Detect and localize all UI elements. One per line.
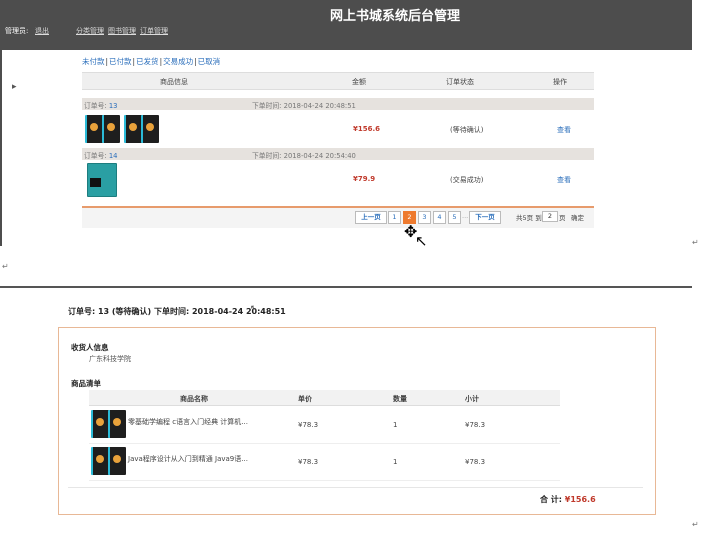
filter-paid[interactable]: 已付款 xyxy=(109,57,132,66)
order-time: 2018-04-24 20:48:51 xyxy=(283,102,356,110)
next-page-button[interactable]: 下一页 xyxy=(469,211,501,224)
col-action: 操作 xyxy=(553,78,567,86)
book-cover-icon xyxy=(91,447,109,475)
total-divider xyxy=(68,487,643,488)
col-amount: 金额 xyxy=(352,78,366,86)
items-table-header: 商品名称 单价 数量 小计 xyxy=(89,390,560,406)
pagination-ellipsis: ... xyxy=(462,212,469,220)
item-price: ¥78.3 xyxy=(298,458,319,466)
filter-sep: | xyxy=(194,57,197,66)
logout-link[interactable]: 退出 xyxy=(35,26,49,36)
order-status: (等待确认) xyxy=(450,126,484,134)
order-time: 2018-04-24 20:54:40 xyxy=(283,152,356,160)
section-divider xyxy=(0,286,692,288)
left-strip xyxy=(0,50,2,246)
filter-sep: | xyxy=(159,57,163,66)
book-cover-icon xyxy=(102,115,120,143)
item-qty: 1 xyxy=(393,458,398,466)
view-order-link[interactable]: 查看 xyxy=(557,125,571,135)
page-button[interactable]: 5 xyxy=(448,211,461,224)
paragraph-mark: ↵ xyxy=(692,520,699,529)
filter-unpaid[interactable]: 未付款 xyxy=(82,57,105,66)
page-button[interactable]: 3 xyxy=(418,211,431,224)
book-cover-icon xyxy=(141,115,159,143)
item-qty: 1 xyxy=(393,421,398,429)
col-product: 商品信息 xyxy=(160,78,188,86)
book-cover-icon xyxy=(108,410,126,438)
nav-order-manage[interactable]: 订单管理 xyxy=(140,27,168,35)
order-amount: ¥79.9 xyxy=(353,175,376,183)
item-name[interactable]: 零基础学编程 c语言入门经典 计算机... xyxy=(128,417,248,427)
admin-screenshot: 网上书城系统后台管理 管理员: 退出 分类管理 图书管理 订单管理 ▸ 未付款|已付… xyxy=(0,0,692,250)
nav-category-manage[interactable]: 分类管理 xyxy=(76,27,104,35)
book-cover-icon xyxy=(87,163,117,197)
col-subtotal: 小计 xyxy=(465,395,479,403)
order-no[interactable]: 13 xyxy=(109,102,118,110)
book-cover-icon xyxy=(108,447,126,475)
item-price: ¥78.3 xyxy=(298,421,319,429)
order-filters: 未付款|已付款|已发货|交易成功|已取消 xyxy=(82,56,220,67)
pointer-cursor-icon: ↖ xyxy=(415,232,428,250)
site-title: 网上书城系统后台管理 xyxy=(329,9,460,24)
pagination: 上一页 1 2 3 4 5 ... 下一页 共5页 到 2 页 确定 xyxy=(82,206,594,228)
nav-book-manage[interactable]: 图书管理 xyxy=(108,27,136,35)
item-subtotal: ¥78.3 xyxy=(465,458,486,466)
receiver-name: 广东科技学院 xyxy=(89,355,131,363)
goto-confirm-button[interactable]: 确定 xyxy=(571,212,584,222)
orders-table-header: 商品信息 金额 订单状态 操作 xyxy=(82,72,594,90)
book-cover-icon xyxy=(85,115,103,143)
book-cover-icon xyxy=(124,115,142,143)
order-total: 合 计: ¥156.6 xyxy=(540,494,596,505)
col-status: 订单状态 xyxy=(446,78,474,86)
col-name: 商品名称 xyxy=(180,395,208,403)
admin-label: 管理员: xyxy=(5,27,29,35)
col-qty: 数量 xyxy=(393,395,407,403)
order-row: ¥79.9 (交易成功) 查看 xyxy=(82,161,594,197)
col-price: 单价 xyxy=(298,395,312,403)
page-button[interactable]: 1 xyxy=(388,211,401,224)
total-pages-text: 共5页 到 xyxy=(516,214,542,222)
item-row: 零基础学编程 c语言入门经典 计算机... ¥78.3 1 ¥78.3 xyxy=(89,407,560,444)
order-no-label: 订单号: xyxy=(84,102,107,110)
arrow-cursor-icon: ▸ xyxy=(12,82,17,92)
page-button[interactable]: 4 xyxy=(433,211,446,224)
paragraph-mark: ↵ xyxy=(692,238,699,247)
order-status: (交易成功) xyxy=(450,176,484,184)
total-label: 合 计: xyxy=(540,495,562,504)
filter-sep: | xyxy=(132,57,136,66)
arrow-cursor-icon: ↖ xyxy=(250,304,258,314)
page-unit-text: 页 xyxy=(559,214,566,222)
filter-cancelled[interactable]: 已取消 xyxy=(198,57,221,66)
prev-page-button[interactable]: 上一页 xyxy=(355,211,387,224)
filter-shipped[interactable]: 已发货 xyxy=(136,57,159,66)
item-name[interactable]: Java程序设计从入门到精通 Java9语... xyxy=(128,454,248,464)
order-header: 订单号: 14 下单时间: 2018-04-24 20:54:40 xyxy=(82,148,594,160)
view-order-link[interactable]: 查看 xyxy=(557,175,571,185)
receiver-title: 收货人信息 xyxy=(71,343,109,352)
book-cover-icon xyxy=(91,410,109,438)
goto-page-input[interactable]: 2 xyxy=(542,211,558,222)
item-subtotal: ¥78.3 xyxy=(465,421,486,429)
item-row: Java程序设计从入门到精通 Java9语... ¥78.3 1 ¥78.3 xyxy=(89,444,560,481)
order-header: 订单号: 13 下单时间: 2018-04-24 20:48:51 xyxy=(82,98,594,110)
filter-completed[interactable]: 交易成功 xyxy=(163,57,193,66)
order-no-label: 订单号: xyxy=(84,152,107,160)
item-list-title: 商品清单 xyxy=(71,379,101,388)
paragraph-mark: ↵ xyxy=(2,262,9,271)
order-time-label: 下单时间: xyxy=(252,102,282,110)
order-time-label: 下单时间: xyxy=(252,152,282,160)
order-row: ¥156.6 (等待确认) 查看 xyxy=(82,111,594,147)
total-value: ¥156.6 xyxy=(564,495,596,504)
order-amount: ¥156.6 xyxy=(353,125,381,133)
filter-sep: | xyxy=(105,57,109,66)
top-nav: 分类管理 图书管理 订单管理 xyxy=(76,26,172,36)
order-no[interactable]: 14 xyxy=(109,152,118,160)
